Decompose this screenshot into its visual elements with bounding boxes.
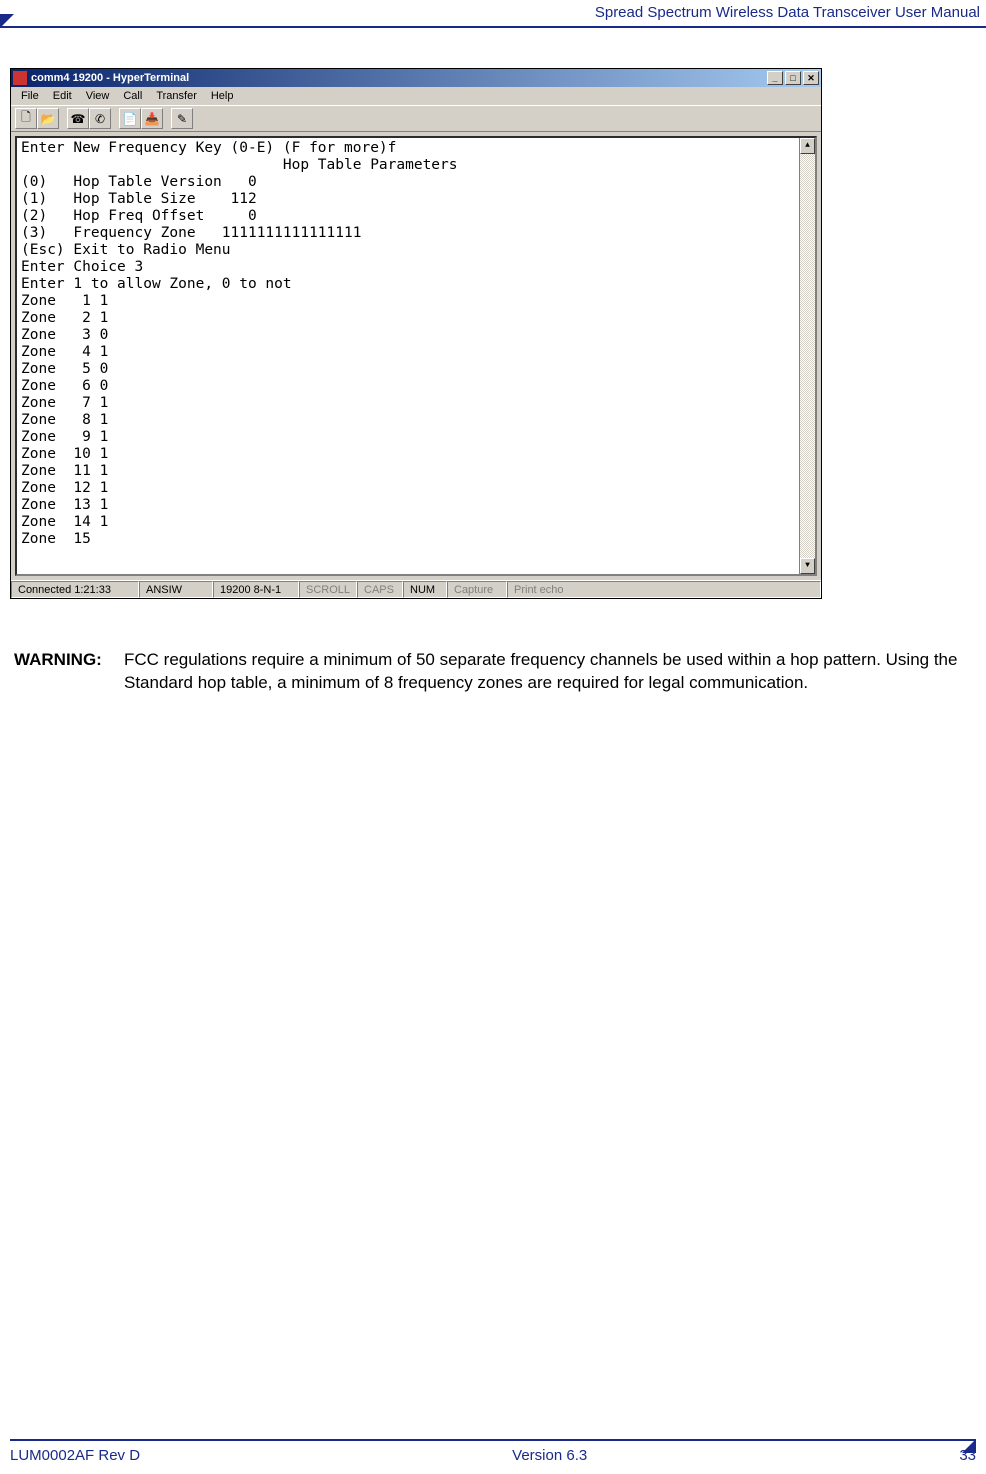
close-button[interactable]: ✕: [803, 71, 819, 85]
page-footer: LUM0002AF Rev D Version 6.3 33: [0, 1439, 986, 1464]
menubar: File Edit View Call Transfer Help: [11, 87, 821, 105]
open-icon[interactable]: 📂: [37, 108, 59, 129]
maximize-button[interactable]: □: [785, 71, 801, 85]
disconnect-icon[interactable]: ✆: [89, 108, 111, 129]
window-title: comm4 19200 - HyperTerminal: [31, 72, 189, 84]
menu-view[interactable]: View: [80, 89, 116, 103]
menu-call[interactable]: Call: [117, 89, 148, 103]
statusbar: Connected 1:21:33 ANSIW 19200 8-N-1 SCRO…: [11, 580, 821, 598]
app-icon: [13, 71, 27, 85]
warning-block: WARNING: FCC regulations require a minim…: [14, 649, 972, 695]
vertical-scrollbar[interactable]: ▲ ▼: [799, 138, 815, 574]
status-caps: CAPS: [357, 581, 403, 598]
warning-text: FCC regulations require a minimum of 50 …: [124, 649, 972, 695]
new-icon[interactable]: 🗋: [15, 108, 37, 129]
header-decoration: [0, 14, 14, 28]
properties-icon[interactable]: ✎: [171, 108, 193, 129]
status-port: 19200 8-N-1: [213, 581, 299, 598]
footer-decoration: [962, 1439, 976, 1453]
menu-edit[interactable]: Edit: [47, 89, 78, 103]
window-titlebar[interactable]: comm4 19200 - HyperTerminal _ □ ✕: [11, 69, 821, 87]
status-capture: Capture: [447, 581, 507, 598]
status-scroll: SCROLL: [299, 581, 357, 598]
minimize-button[interactable]: _: [767, 71, 783, 85]
footer-version: Version 6.3: [512, 1447, 587, 1464]
menu-help[interactable]: Help: [205, 89, 240, 103]
warning-label: WARNING:: [14, 649, 124, 695]
menu-file[interactable]: File: [15, 89, 45, 103]
footer-doc-id: LUM0002AF Rev D: [10, 1447, 140, 1464]
toolbar: 🗋 📂 ☎ ✆ 📄 📥 ✎: [11, 105, 821, 132]
status-emulation: ANSIW: [139, 581, 213, 598]
send-icon[interactable]: 📄: [119, 108, 141, 129]
hyperterminal-window: comm4 19200 - HyperTerminal _ □ ✕ File E…: [10, 68, 822, 599]
status-connected: Connected 1:21:33: [11, 581, 139, 598]
page-header: Spread Spectrum Wireless Data Transceive…: [0, 0, 986, 28]
terminal-area[interactable]: Enter New Frequency Key (0-E) (F for mor…: [15, 136, 817, 576]
header-title: Spread Spectrum Wireless Data Transceive…: [595, 4, 980, 21]
scroll-track[interactable]: [800, 154, 815, 558]
terminal-text: Enter New Frequency Key (0-E) (F for mor…: [17, 138, 799, 574]
scroll-down-icon[interactable]: ▼: [800, 558, 815, 574]
menu-transfer[interactable]: Transfer: [150, 89, 203, 103]
connect-icon[interactable]: ☎: [67, 108, 89, 129]
status-printecho: Print echo: [507, 581, 821, 598]
scroll-up-icon[interactable]: ▲: [800, 138, 815, 154]
status-num: NUM: [403, 581, 447, 598]
receive-icon[interactable]: 📥: [141, 108, 163, 129]
